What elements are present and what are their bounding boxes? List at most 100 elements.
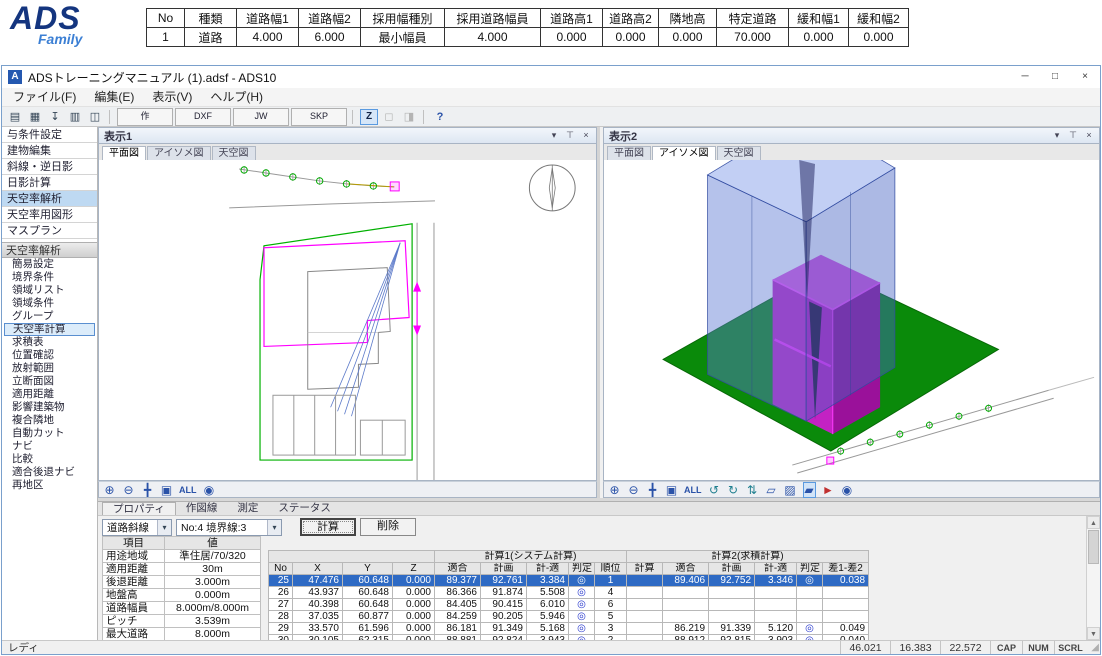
- results-calc-flag[interactable]: [627, 587, 663, 599]
- sidebar-subitem[interactable]: 天空率計算: [4, 323, 95, 336]
- results-row[interactable]: 26 43.937 60.648 0.000 86.366 91.874 5.5…: [269, 587, 869, 599]
- property-row[interactable]: 最大道路 8.000m: [103, 628, 261, 641]
- separator[interactable]: [109, 110, 112, 124]
- separator[interactable]: [352, 110, 355, 124]
- zoom-all-button[interactable]: ALL: [684, 483, 702, 497]
- scroll-thumb[interactable]: [1088, 530, 1099, 564]
- help-icon[interactable]: ?: [431, 109, 449, 125]
- jw-export-button[interactable]: JW: [233, 108, 289, 126]
- titlebar[interactable]: A ADSトレーニングマニュアル (1).adsf - ADS10 ─□×: [2, 66, 1100, 88]
- rotate-left-icon[interactable]: ↺: [708, 483, 721, 497]
- chevron-down-icon[interactable]: ▾: [1052, 130, 1062, 141]
- zoom-out-icon[interactable]: ⊖: [122, 483, 135, 497]
- pin-icon[interactable]: ⊤: [565, 130, 575, 141]
- line-type-select[interactable]: 道路斜線 ▾: [102, 519, 172, 536]
- scroll-down-icon[interactable]: ▼: [1087, 627, 1100, 640]
- rotate-vertical-icon[interactable]: ⇅: [746, 483, 759, 497]
- zoom-window-icon[interactable]: ▣: [160, 483, 173, 497]
- results-calc-flag[interactable]: [627, 611, 663, 623]
- camera-icon[interactable]: ◉: [841, 483, 854, 497]
- property-row[interactable]: 適用距離 30m: [103, 563, 261, 576]
- menu-item[interactable]: ヘルプ(H): [201, 88, 272, 107]
- zoom-out-icon[interactable]: ⊖: [627, 483, 640, 497]
- pin-icon[interactable]: ⊤: [1068, 130, 1078, 141]
- zoom-in-icon[interactable]: ⊕: [608, 483, 621, 497]
- boundary-select[interactable]: No:4 境界線:3 ▾: [176, 519, 282, 536]
- sidebar-subitem[interactable]: 領域条件: [2, 297, 97, 310]
- dxf-export-button[interactable]: DXF: [175, 108, 231, 126]
- minimize-button[interactable]: ─: [1010, 66, 1040, 88]
- results-row[interactable]: 29 33.570 61.596 0.000 86.181 91.349 5.1…: [269, 623, 869, 635]
- menu-item[interactable]: 表示(V): [143, 88, 201, 107]
- z-mode-button[interactable]: Z: [360, 109, 378, 125]
- sidebar-subitem[interactable]: 求積表: [2, 336, 97, 349]
- sidebar-subitem[interactable]: ナビ: [2, 440, 97, 453]
- sidebar-subitem[interactable]: 比較: [2, 453, 97, 466]
- zoom-window-icon[interactable]: ▣: [665, 483, 678, 497]
- view-tab[interactable]: アイソメ図: [652, 146, 716, 160]
- walkthrough-icon[interactable]: ►: [822, 483, 835, 497]
- sidebar-subitem[interactable]: 立断面図: [2, 375, 97, 388]
- property-row[interactable]: 後退距離 3.000m: [103, 576, 261, 589]
- shaded-view-icon[interactable]: ▰: [803, 482, 816, 498]
- sidebar-item[interactable]: 建物編集: [2, 143, 97, 159]
- scroll-up-icon[interactable]: ▲: [1087, 516, 1100, 529]
- sidebar-item[interactable]: 天空率用図形: [2, 207, 97, 223]
- panel-tab[interactable]: ステータス: [268, 502, 341, 515]
- sidebar-subitem[interactable]: 適用距離: [2, 388, 97, 401]
- view-tab[interactable]: 天空図: [212, 146, 256, 160]
- pan-icon[interactable]: ╋: [141, 483, 154, 497]
- sidebar-subitem[interactable]: 位置確認: [2, 349, 97, 362]
- view-tab[interactable]: アイソメ図: [147, 146, 211, 160]
- view-tab[interactable]: 天空図: [717, 146, 761, 160]
- property-row[interactable]: 地盤高 0.000m: [103, 589, 261, 602]
- sidebar-item[interactable]: 斜線・逆日影: [2, 159, 97, 175]
- sidebar-subitem[interactable]: 複合隣地: [2, 414, 97, 427]
- panel-tab[interactable]: 測定: [227, 502, 268, 515]
- open-icon[interactable]: ▤: [6, 109, 24, 125]
- results-calc-flag[interactable]: [627, 599, 663, 611]
- resize-grip[interactable]: ◢: [1086, 642, 1100, 653]
- sidebar-item[interactable]: 天空率解析: [2, 191, 97, 207]
- close-icon[interactable]: ×: [581, 130, 591, 141]
- sidebar-subitem[interactable]: 影響建築物: [2, 401, 97, 414]
- sidebar-subitem[interactable]: 再地区: [2, 479, 97, 492]
- delete-button[interactable]: 削除: [360, 518, 416, 536]
- view-tab[interactable]: 平面図: [607, 146, 651, 160]
- skp-export-button[interactable]: SKP: [291, 108, 347, 126]
- calc-button[interactable]: 計算: [300, 518, 356, 536]
- zoom-all-button[interactable]: ALL: [179, 483, 197, 497]
- results-row[interactable]: 28 37.035 60.877 0.000 84.259 90.205 5.9…: [269, 611, 869, 623]
- chevron-down-icon[interactable]: ▾: [549, 130, 559, 141]
- property-row[interactable]: 用途地域 準住居/70/320: [103, 550, 261, 563]
- panel-scrollbar[interactable]: ▲ ▼: [1086, 516, 1100, 640]
- rotate-right-icon[interactable]: ↻: [727, 483, 740, 497]
- road-table-row[interactable]: 1道路4.0006.000最小幅員4.0000.0000.0000.00070.…: [147, 28, 909, 47]
- separator[interactable]: [423, 110, 426, 124]
- save-icon[interactable]: ▦: [26, 109, 44, 125]
- sidebar-item[interactable]: 与条件設定: [2, 127, 97, 143]
- property-row[interactable]: ピッチ 3.539m: [103, 615, 261, 628]
- results-calc-flag[interactable]: [627, 623, 663, 635]
- sidebar-subitem[interactable]: 自動カット: [2, 427, 97, 440]
- zoom-in-icon[interactable]: ⊕: [103, 483, 116, 497]
- sidebar-subitem[interactable]: グループ: [2, 310, 97, 323]
- isometric-canvas[interactable]: [603, 160, 1100, 481]
- results-row[interactable]: 27 40.398 60.648 0.000 84.405 90.415 6.0…: [269, 599, 869, 611]
- sidebar-subitem[interactable]: 放射範囲: [2, 362, 97, 375]
- section-view-icon[interactable]: ◨: [400, 109, 418, 125]
- results-row[interactable]: 25 47.476 60.648 0.000 89.377 92.761 3.3…: [269, 575, 869, 587]
- saku-drawing-button[interactable]: 作: [117, 108, 173, 126]
- print-preview-icon[interactable]: ◫: [86, 109, 104, 125]
- maximize-button[interactable]: □: [1040, 66, 1070, 88]
- close-icon[interactable]: ×: [1084, 130, 1094, 141]
- import-icon[interactable]: ↧: [46, 109, 64, 125]
- plan-canvas[interactable]: [98, 160, 597, 481]
- sidebar-subitem[interactable]: 適合後退ナビ: [2, 466, 97, 479]
- sidebar-subitem[interactable]: 領域リスト: [2, 284, 97, 297]
- sidebar-item[interactable]: 日影計算: [2, 175, 97, 191]
- print-icon[interactable]: ▥: [66, 109, 84, 125]
- menu-item[interactable]: 編集(E): [85, 88, 143, 107]
- menu-item[interactable]: ファイル(F): [4, 88, 85, 107]
- sidebar-item[interactable]: マスプラン: [2, 223, 97, 239]
